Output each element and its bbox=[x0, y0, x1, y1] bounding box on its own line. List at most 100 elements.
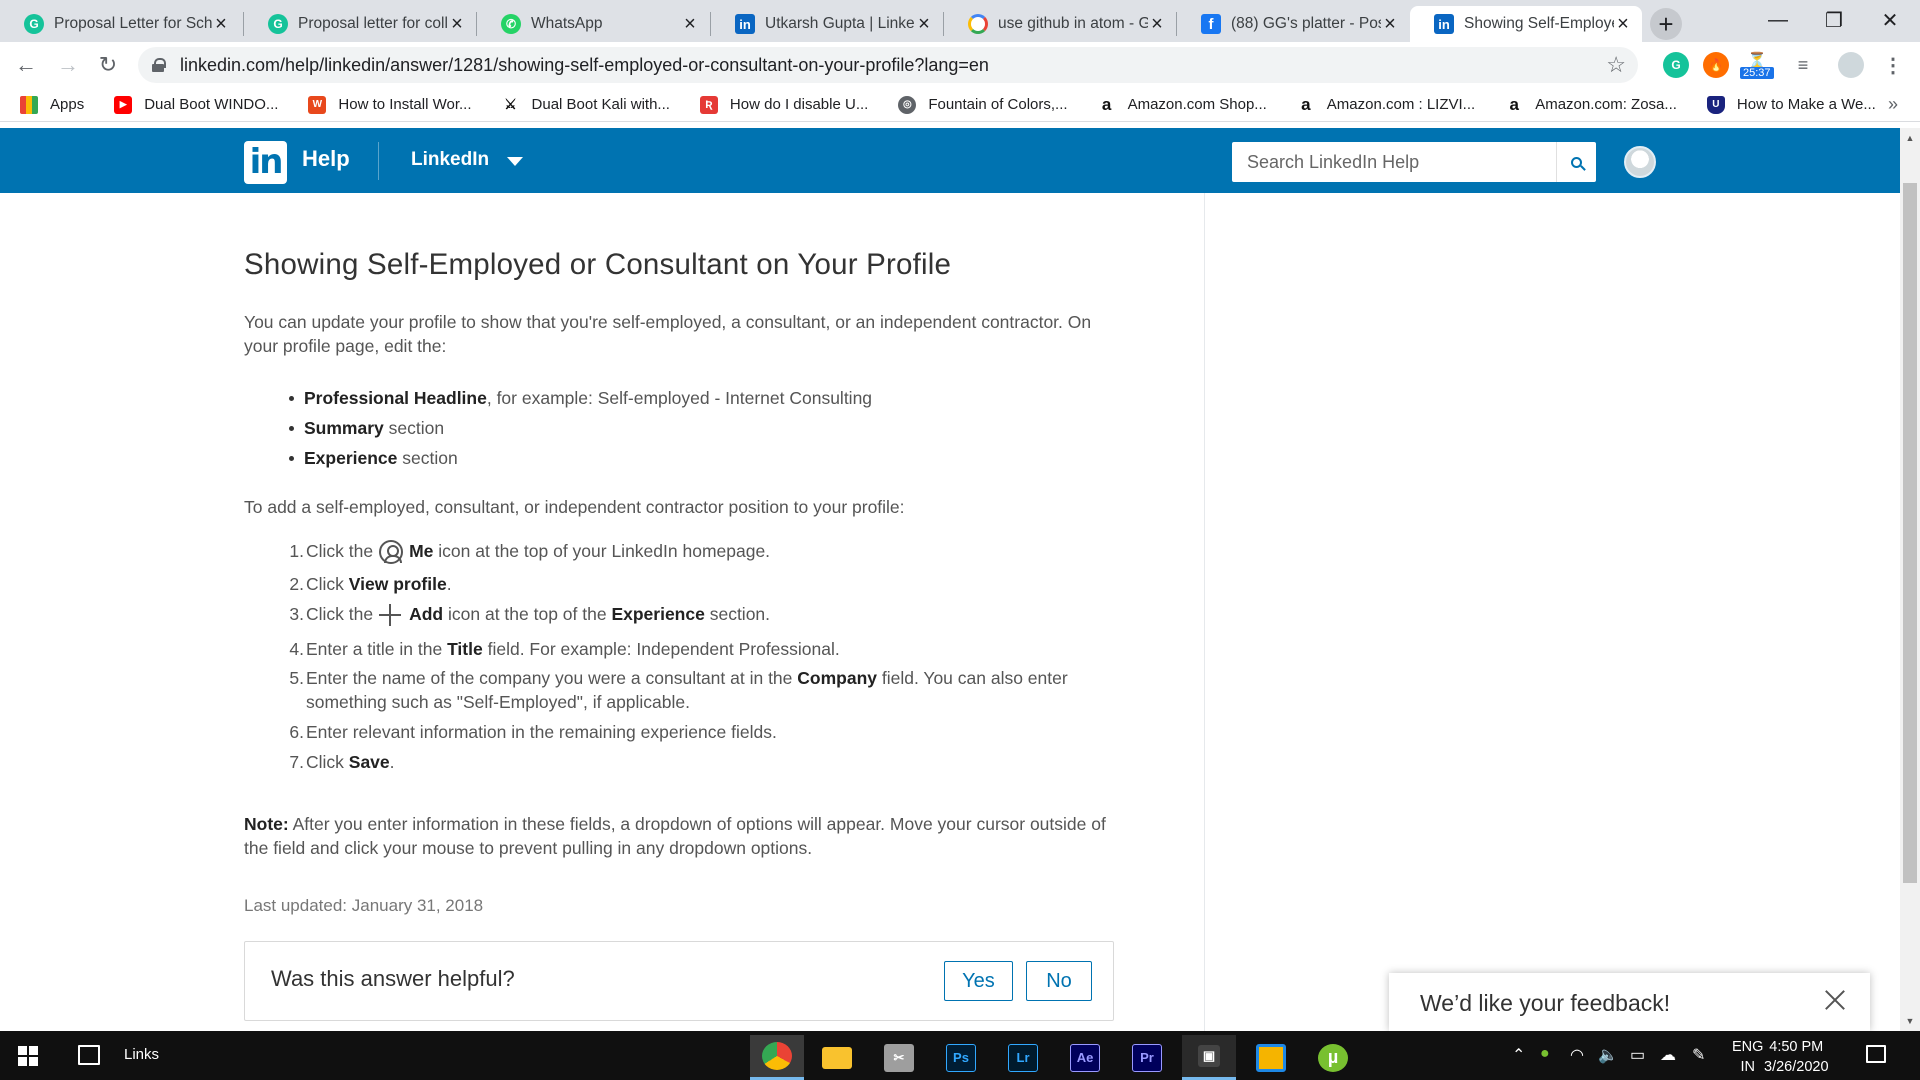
linkedin-logo-icon[interactable]: in bbox=[244, 141, 287, 184]
media-control-icon[interactable]: ≡ bbox=[1790, 52, 1816, 78]
tab-title: Proposal letter for colle bbox=[298, 15, 448, 32]
tab-google-search[interactable]: use github in atom - G × bbox=[944, 6, 1176, 42]
tab-linkedin-profile[interactable]: in Utkarsh Gupta | Linked × bbox=[711, 6, 943, 42]
close-icon[interactable]: × bbox=[1614, 13, 1632, 35]
bookmark-install-wordpress[interactable]: W How to Install Wor... bbox=[308, 95, 472, 114]
user-avatar[interactable] bbox=[1624, 146, 1656, 178]
bookmark-apps[interactable]: Apps bbox=[20, 95, 84, 114]
utorrent-taskbar-icon[interactable]: µ bbox=[1306, 1035, 1360, 1080]
notification-center-icon[interactable] bbox=[1866, 1045, 1886, 1063]
reload-button[interactable]: ↻ bbox=[92, 49, 124, 81]
wifi-icon[interactable]: ◠ bbox=[1570, 1045, 1584, 1065]
step-bold: View profile bbox=[348, 574, 447, 594]
red-site-icon: Ʀ bbox=[699, 95, 718, 114]
feedback-popup[interactable]: We’d like your feedback! bbox=[1389, 973, 1870, 1031]
restore-button[interactable]: ❐ bbox=[1806, 0, 1862, 40]
bullet-text: section bbox=[397, 448, 458, 468]
menu-kebab-icon[interactable]: ⋮ bbox=[1880, 52, 1906, 78]
premiere-taskbar-icon[interactable]: Pr bbox=[1120, 1035, 1174, 1080]
pen-icon[interactable]: ✎ bbox=[1692, 1045, 1705, 1065]
amazon-icon: a bbox=[1301, 94, 1311, 114]
close-icon[interactable]: × bbox=[681, 13, 699, 35]
bookmark-fountain-of-colors[interactable]: ◎ Fountain of Colors,... bbox=[898, 95, 1068, 114]
bookmark-disable-u[interactable]: Ʀ How do I disable U... bbox=[699, 95, 868, 114]
windows-start-icon[interactable] bbox=[18, 1046, 38, 1066]
step-bold: Save bbox=[348, 752, 390, 772]
step-text: field. For example: Independent Professi… bbox=[482, 639, 840, 659]
apps-grid-icon bbox=[20, 95, 38, 114]
volume-icon[interactable]: 🔈 bbox=[1598, 1045, 1618, 1065]
grammarly-extension-icon[interactable]: G bbox=[1663, 52, 1689, 78]
scroll-thumb[interactable] bbox=[1903, 183, 1917, 883]
bullet-text: section bbox=[383, 418, 445, 438]
tab-proposal-letter-school[interactable]: G Proposal Letter for Sch × bbox=[0, 6, 240, 42]
bookmark-make-website[interactable]: U How to Make a We... bbox=[1706, 95, 1876, 114]
step-text: icon at the top of the bbox=[443, 604, 612, 624]
step-number: 3. bbox=[289, 604, 304, 624]
bookmark-amazon-lizvi[interactable]: a Amazon.com : LIZVI... bbox=[1297, 94, 1475, 114]
after-effects-taskbar-icon[interactable]: Ae bbox=[1058, 1035, 1112, 1080]
step-text: Click bbox=[306, 574, 349, 594]
system-clock[interactable]: 4:50 PM 3/26/2020 bbox=[1764, 1037, 1829, 1077]
product-dropdown[interactable]: LinkedIn bbox=[411, 149, 524, 171]
tab-showing-self-employed[interactable]: in Showing Self-Employe × bbox=[1410, 6, 1642, 42]
step-text: Click the bbox=[306, 541, 374, 561]
photoshop-taskbar-icon[interactable]: Ps bbox=[934, 1035, 988, 1080]
close-icon[interactable]: × bbox=[212, 13, 230, 35]
lightroom-taskbar-icon[interactable]: Lr bbox=[996, 1035, 1050, 1080]
search-button[interactable] bbox=[1556, 142, 1596, 182]
page-scrollbar[interactable]: ▲ ▼ bbox=[1900, 128, 1920, 1031]
scroll-down-icon[interactable]: ▼ bbox=[1900, 1011, 1920, 1031]
scroll-up-icon[interactable]: ▲ bbox=[1900, 128, 1920, 148]
close-icon[interactable]: × bbox=[1381, 13, 1399, 35]
forward-button[interactable]: → bbox=[52, 49, 84, 81]
omnibox[interactable]: linkedin.com/help/linkedin/answer/1281/s… bbox=[138, 47, 1638, 83]
yes-button[interactable]: Yes bbox=[944, 961, 1013, 1001]
help-search-input[interactable] bbox=[1232, 142, 1556, 182]
bullet-text: , for example: Self-employed - Internet … bbox=[486, 388, 873, 408]
close-window-button[interactable]: ✕ bbox=[1862, 0, 1918, 40]
chrome-taskbar-icon[interactable] bbox=[750, 1035, 804, 1080]
google-icon bbox=[968, 14, 988, 34]
bookmark-dual-boot-windows[interactable]: ▶ Dual Boot WINDO... bbox=[114, 95, 278, 114]
profile-avatar-icon[interactable] bbox=[1838, 52, 1864, 78]
links-toolbar[interactable]: Links bbox=[124, 1046, 159, 1063]
task-view-icon[interactable] bbox=[78, 1045, 100, 1065]
app-icon: ▣ bbox=[1198, 1045, 1220, 1067]
search-icon bbox=[1571, 156, 1582, 168]
battery-icon[interactable]: ▭ bbox=[1630, 1045, 1645, 1065]
close-icon[interactable] bbox=[1820, 985, 1850, 1015]
header-divider bbox=[378, 142, 379, 180]
back-button[interactable]: ← bbox=[10, 49, 42, 81]
new-tab-button[interactable]: + bbox=[1650, 8, 1682, 40]
close-icon[interactable]: × bbox=[915, 13, 933, 35]
minimize-button[interactable]: — bbox=[1750, 0, 1806, 40]
tab-whatsapp[interactable]: ✆ WhatsApp × bbox=[477, 6, 709, 42]
close-icon[interactable]: × bbox=[1148, 13, 1166, 35]
onedrive-icon[interactable]: ☁ bbox=[1660, 1045, 1676, 1065]
bookmark-star-icon[interactable]: ☆ bbox=[1606, 52, 1626, 78]
chevron-up-icon[interactable]: ⌃ bbox=[1512, 1045, 1525, 1065]
bookmark-amazon-shop[interactable]: a Amazon.com Shop... bbox=[1098, 95, 1267, 114]
language-code: ENG bbox=[1732, 1039, 1764, 1055]
last-updated: Last updated: January 31, 2018 bbox=[244, 896, 484, 915]
tab-facebook[interactable]: f (88) GG's platter - Post × bbox=[1177, 6, 1409, 42]
no-button[interactable]: No bbox=[1026, 961, 1092, 1001]
close-icon[interactable]: × bbox=[448, 13, 466, 35]
bookmark-dual-boot-kali[interactable]: ⚔ Dual Boot Kali with... bbox=[502, 96, 670, 114]
sticky-app-taskbar-icon[interactable] bbox=[1244, 1035, 1298, 1080]
flame-extension-icon[interactable]: 🔥 bbox=[1703, 52, 1729, 78]
file-explorer-taskbar-icon[interactable] bbox=[810, 1035, 864, 1080]
helpful-question: Was this answer helpful? bbox=[271, 966, 515, 991]
grammarly-icon: G bbox=[268, 14, 288, 34]
bookmark-amazon-zosa[interactable]: a Amazon.com: Zosa... bbox=[1505, 95, 1676, 114]
utorrent-tray-icon[interactable]: ● bbox=[1540, 1045, 1550, 1063]
bookmark-label: How to Make a We... bbox=[1736, 96, 1876, 113]
tab-proposal-letter-college[interactable]: G Proposal letter for colle × bbox=[244, 6, 476, 42]
input-language-indicator[interactable]: ENG IN bbox=[1732, 1037, 1763, 1077]
security-app-taskbar-icon[interactable]: ▣ bbox=[1182, 1035, 1236, 1080]
help-home-link[interactable]: Help bbox=[302, 146, 350, 172]
bookmarks-overflow-icon[interactable]: » bbox=[1888, 94, 1898, 115]
url-text[interactable]: linkedin.com/help/linkedin/answer/1281/s… bbox=[180, 55, 989, 76]
snipping-tool-taskbar-icon[interactable]: ✂ bbox=[872, 1035, 926, 1080]
